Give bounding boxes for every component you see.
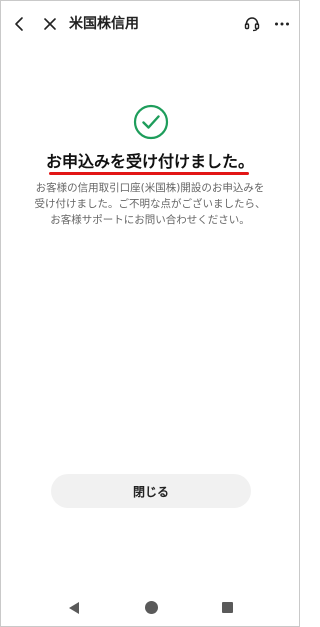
back-button[interactable] [7,12,31,36]
triangle-back-icon[interactable] [67,601,81,615]
page-title: 米国株信用 [69,16,139,32]
system-nav-bar [1,581,299,627]
circle-home-icon[interactable] [145,601,158,614]
header-bar: 米国株信用 [1,1,299,47]
support-button[interactable] [240,12,264,36]
chevron-left-icon [15,17,23,31]
headset-icon [244,17,260,32]
more-button[interactable] [270,12,294,36]
heading-underline [49,172,249,175]
success-message: お客様の信用取引口座(米国株)開設のお申込みを 受け付けました。ご不明な点がござ… [34,182,266,226]
close-button[interactable] [38,12,62,36]
success-heading: お申込みを受け付けました。 [45,152,254,171]
more-horizontal-icon [275,22,289,26]
close-icon [44,18,56,30]
app-screen: 米国株信用 お申込みを受け付けました。 お客様の信用取引口座(米国株)開設のお申… [0,0,300,627]
check-circle-icon [133,104,169,140]
square-recent-icon[interactable] [222,602,233,613]
close-dialog-button[interactable]: 閉じる [51,474,251,508]
